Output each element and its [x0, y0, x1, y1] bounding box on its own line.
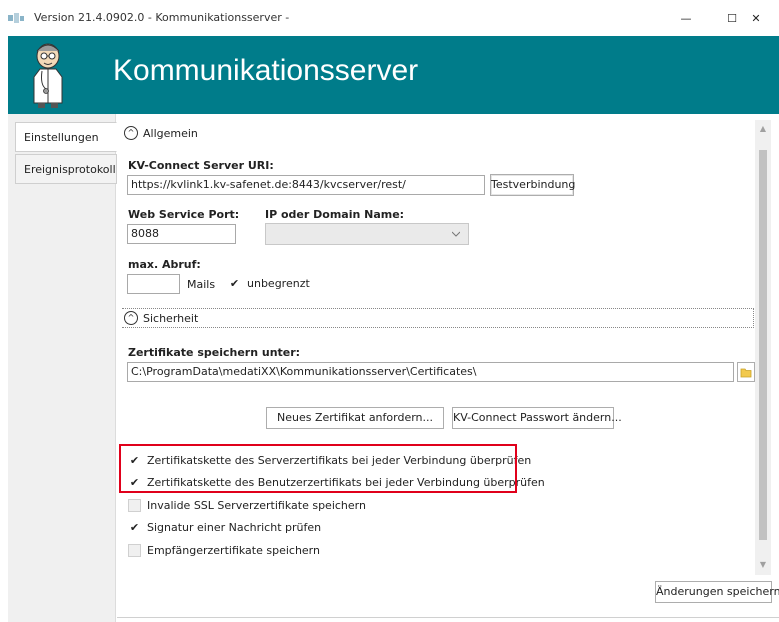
scroll-up-icon[interactable]: ▲: [755, 124, 771, 136]
tab-einstellungen[interactable]: Einstellungen: [15, 122, 117, 152]
minimize-button[interactable]: —: [663, 0, 709, 36]
option-label: Empfängerzertifikate speichern: [147, 544, 320, 557]
save-changes-button[interactable]: Änderungen speichern: [655, 581, 779, 603]
sicherheit-section-toggle[interactable]: ^ Sicherheit: [124, 311, 198, 325]
kv-uri-label: KV-Connect Server URI:: [128, 159, 274, 172]
tab-ereignisprotokoll[interactable]: Ereignisprotokoll: [15, 154, 117, 184]
option-invalid-ssl[interactable]: Invalide SSL Serverzertifikate speichern: [128, 499, 366, 512]
chevron-up-icon: ^: [124, 126, 138, 140]
close-icon: ✕: [751, 11, 761, 25]
ip-label: IP oder Domain Name:: [265, 208, 405, 221]
checkmark-icon: ✔: [129, 521, 140, 534]
chevron-down-icon: [452, 231, 460, 237]
minimize-icon: —: [680, 11, 692, 25]
option-recipient-certs[interactable]: Empfängerzertifikate speichern: [128, 544, 320, 557]
title-bar: Version 21.4.0902.0 - Kommunikationsserv…: [0, 0, 779, 36]
test-connection-button[interactable]: Testverbindung: [490, 174, 575, 196]
sidebar: Einstellungen Ereignisprotokoll: [8, 114, 117, 622]
unbegrenzt-label: unbegrenzt: [247, 277, 310, 290]
close-button[interactable]: ✕: [733, 0, 779, 36]
kv-uri-input[interactable]: https://kvlink1.kv-safenet.de:8443/kvcse…: [127, 175, 485, 195]
option-signature-check[interactable]: ✔ Signatur einer Nachricht prüfen: [128, 521, 321, 534]
unbegrenzt-checkbox-row[interactable]: ✔ unbegrenzt: [228, 277, 310, 290]
option-label: Signatur einer Nachricht prüfen: [147, 521, 322, 534]
ip-select[interactable]: [265, 223, 469, 245]
cert-path-label: Zertifikate speichern unter:: [128, 346, 301, 359]
max-abruf-label: max. Abruf:: [128, 258, 201, 271]
new-certificate-button[interactable]: Neues Zertifikat anfordern...: [266, 407, 444, 429]
doctor-mascot-icon: [33, 43, 63, 108]
checkbox[interactable]: [128, 544, 141, 557]
max-abruf-input[interactable]: [127, 274, 180, 294]
app-header: Kommunikationsserver: [8, 36, 779, 114]
mails-label: Mails: [187, 278, 216, 291]
sicherheit-separator: [122, 308, 754, 328]
checkbox[interactable]: [128, 499, 141, 512]
option-label: Invalide SSL Serverzertifikate speichern: [147, 499, 366, 512]
checkbox[interactable]: ✔: [128, 521, 141, 534]
allgemein-section-toggle[interactable]: ^ Allgemein: [124, 126, 198, 140]
checkmark-icon: ✔: [229, 277, 240, 290]
app-icon: [8, 13, 24, 23]
port-input[interactable]: 8088: [127, 224, 236, 244]
scroll-thumb[interactable]: [759, 150, 767, 540]
port-label: Web Service Port:: [128, 208, 240, 221]
change-password-button[interactable]: KV-Connect Passwort ändern...: [452, 407, 622, 429]
cert-path-input[interactable]: C:\ProgramData\medatiXX\Kommunikationsse…: [127, 362, 734, 382]
chevron-up-icon: ^: [124, 311, 138, 325]
header-title: Kommunikationsserver: [113, 54, 419, 87]
highlight-box: [119, 444, 517, 493]
browse-folder-button[interactable]: [737, 362, 755, 382]
folder-icon: [740, 368, 752, 378]
allgemein-section-label: Allgemein: [143, 126, 198, 140]
vertical-scrollbar[interactable]: ▲ ▼: [755, 120, 771, 575]
unbegrenzt-checkbox[interactable]: ✔: [228, 277, 241, 290]
window-title: Version 21.4.0902.0 - Kommunikationsserv…: [34, 11, 290, 24]
scroll-down-icon[interactable]: ▼: [755, 560, 771, 572]
bottom-divider: [117, 617, 779, 618]
sicherheit-section-label: Sicherheit: [143, 311, 199, 325]
